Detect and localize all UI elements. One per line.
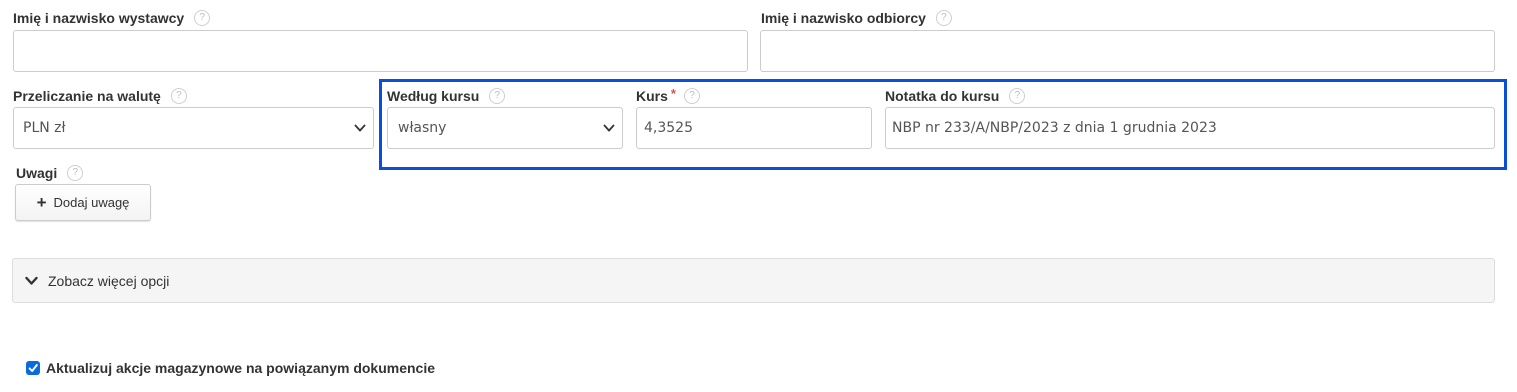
add-note-button-label: Dodaj uwagę	[53, 195, 130, 210]
help-icon[interactable]: ?	[194, 10, 211, 26]
stock-update-row: Aktualizuj akcje magazynowe na powiązany…	[26, 360, 435, 376]
more-options-label: Zobacz więcej opcji	[48, 272, 170, 289]
issuer-label-row: Imię i nazwisko wystawcy ?	[13, 10, 211, 26]
rate-source-select-value: własny	[398, 120, 447, 136]
rate-source-label: Według kursu	[387, 88, 480, 104]
chevron-down-icon	[25, 276, 38, 285]
currency-select-value: PLN zł	[23, 120, 66, 136]
chevron-down-icon	[354, 124, 366, 132]
help-icon[interactable]: ?	[683, 88, 700, 104]
recipient-name-input[interactable]	[760, 30, 1495, 72]
currency-select[interactable]: PLN zł	[13, 107, 374, 149]
help-icon[interactable]: ?	[489, 88, 506, 104]
required-marker: *	[670, 85, 676, 101]
rate-note-label: Notatka do kursu	[885, 88, 1000, 104]
rate-label-row: Kurs * ?	[636, 85, 700, 104]
help-icon[interactable]: ?	[170, 88, 187, 104]
help-icon[interactable]: ?	[935, 10, 952, 26]
stock-update-checkbox[interactable]	[26, 361, 40, 375]
stock-update-label: Aktualizuj akcje magazynowe na powiązany…	[46, 360, 436, 376]
rate-label: Kurs	[636, 88, 668, 104]
help-icon[interactable]: ?	[1009, 88, 1026, 104]
rate-source-label-row: Według kursu ?	[387, 88, 506, 104]
recipient-label-row: Imię i nazwisko odbiorcy ?	[761, 10, 952, 26]
rate-source-select[interactable]: własny	[387, 107, 623, 149]
rate-note-label-row: Notatka do kursu ?	[885, 88, 1026, 104]
notes-label-row: Uwagi ?	[16, 165, 84, 181]
rate-input[interactable]: 4,3525	[636, 107, 872, 149]
issuer-name-input[interactable]	[13, 30, 748, 72]
help-icon[interactable]: ?	[67, 165, 84, 181]
chevron-down-icon	[603, 124, 615, 132]
recipient-label: Imię i nazwisko odbiorcy	[761, 10, 926, 26]
check-icon	[28, 364, 38, 372]
add-note-button[interactable]: + Dodaj uwagę	[15, 184, 151, 221]
notes-label: Uwagi	[16, 165, 58, 181]
currency-label: Przeliczanie na walutę	[13, 88, 161, 104]
issuer-label: Imię i nazwisko wystawcy	[13, 10, 185, 26]
rate-note-input[interactable]: NBP nr 233/A/NBP/2023 z dnia 1 grudnia 2…	[885, 107, 1495, 149]
more-options-toggle[interactable]: Zobacz więcej opcji	[12, 258, 1495, 303]
plus-icon: +	[36, 193, 47, 212]
currency-label-row: Przeliczanie na walutę ?	[13, 88, 187, 104]
